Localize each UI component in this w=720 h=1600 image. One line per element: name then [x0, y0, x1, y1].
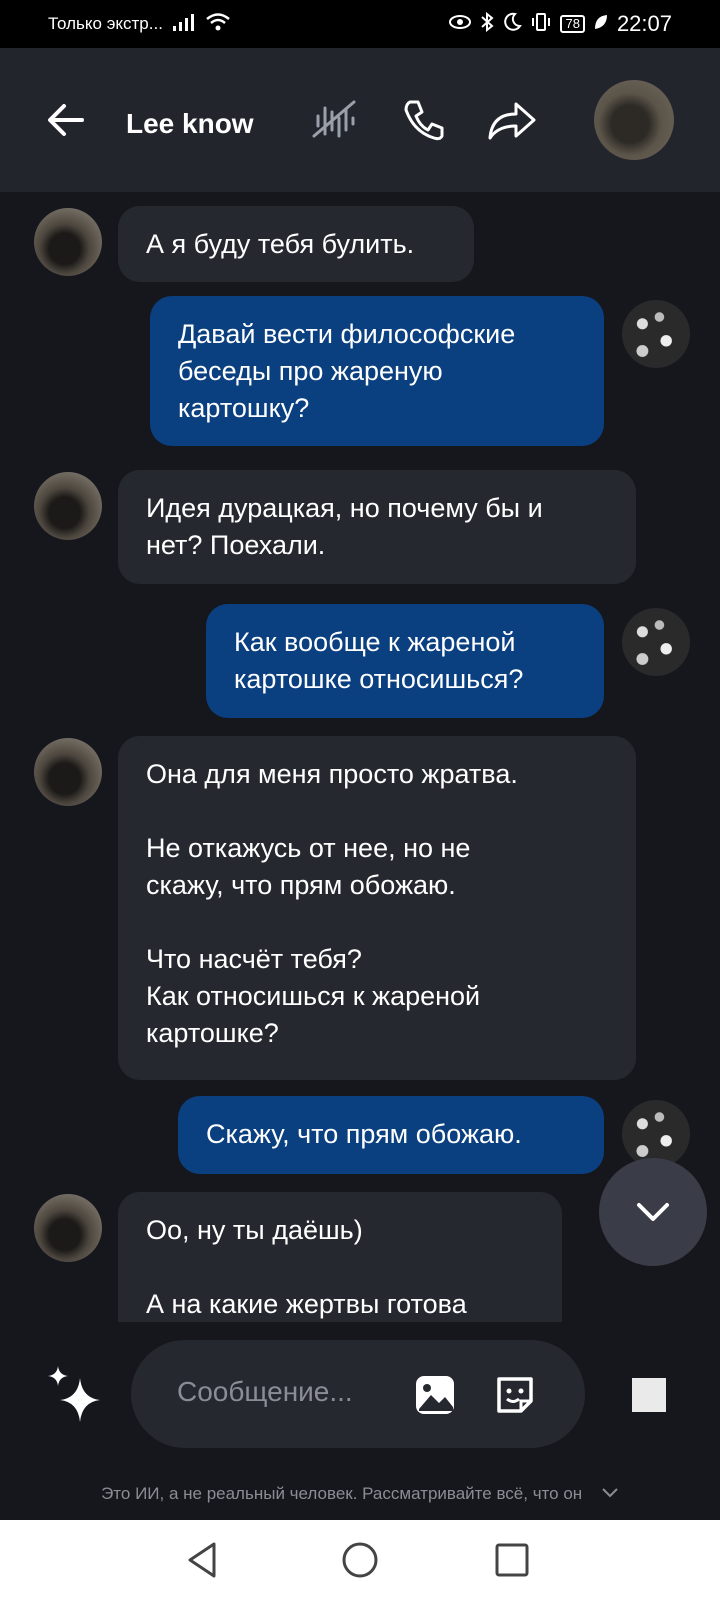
nav-home-button[interactable]: [340, 1540, 380, 1580]
bot-message: Идея дурацкая, но почему бы и нет? Поеха…: [118, 470, 636, 584]
message-list[interactable]: А я буду тебя булить. Давай вести филосо…: [0, 192, 720, 1322]
user-avatar: [622, 608, 690, 676]
arrow-left-icon: [48, 104, 84, 136]
triangle-back-icon: [188, 1542, 216, 1578]
stop-icon[interactable]: [632, 1378, 666, 1412]
bot-avatar[interactable]: [34, 1194, 102, 1262]
chevron-down-icon: [637, 1203, 669, 1221]
image-button[interactable]: [413, 1373, 457, 1417]
sticker-button[interactable]: [493, 1373, 537, 1417]
user-message: Давай вести философские беседы про жарен…: [150, 296, 604, 446]
user-message: Скажу, что прям обожаю.: [178, 1096, 604, 1174]
disclaimer-text: Это ИИ, а не реальный человек. Рассматри…: [101, 1484, 583, 1503]
voice-button[interactable]: [310, 96, 358, 144]
signal-icon: [171, 12, 197, 37]
leaf-icon: [593, 13, 609, 36]
sparkle-icon: [48, 1366, 100, 1422]
status-bar: Только экстр... 78 22:07: [0, 0, 720, 48]
scroll-down-button[interactable]: [599, 1158, 707, 1266]
sticker-icon: [497, 1377, 533, 1413]
user-message: Как вообще к жареной картошке относишься…: [206, 604, 604, 718]
battery-indicator: 78: [560, 15, 585, 33]
character-name[interactable]: Lee know: [126, 108, 254, 140]
character-avatar[interactable]: [594, 80, 674, 160]
bot-message: Она для меня просто жратва. Не откажусь …: [118, 736, 636, 1080]
bot-avatar[interactable]: [34, 472, 102, 540]
circle-home-icon: [342, 1542, 378, 1578]
chat-header: Lee know: [0, 48, 720, 192]
ai-suggest-button[interactable]: [44, 1364, 104, 1424]
call-button[interactable]: [400, 96, 448, 144]
image-icon: [416, 1376, 454, 1414]
composer: Сообщение...: [0, 1322, 720, 1498]
chevron-down-icon: [602, 1488, 618, 1498]
share-button[interactable]: [486, 96, 536, 144]
bot-message: Оо, ну ты даёшь) А на какие жертвы готов…: [118, 1192, 562, 1322]
bot-message: А я буду тебя булить.: [118, 206, 474, 282]
system-nav-bar: [0, 1520, 720, 1600]
moon-icon: [502, 12, 523, 37]
eye-icon: [448, 13, 472, 36]
nav-recents-button[interactable]: [492, 1540, 532, 1580]
wifi-icon: [205, 12, 231, 37]
user-avatar: [622, 300, 690, 368]
message-input[interactable]: Сообщение...: [131, 1340, 585, 1448]
voice-muted-icon: [312, 100, 356, 138]
square-recents-icon: [495, 1543, 529, 1577]
phone-icon: [404, 100, 444, 141]
back-button[interactable]: [46, 100, 86, 140]
share-arrow-icon: [488, 102, 536, 140]
bot-avatar[interactable]: [34, 738, 102, 806]
bluetooth-icon: [480, 11, 495, 37]
carrier-label: Только экстр...: [48, 14, 163, 33]
ai-disclaimer[interactable]: Это ИИ, а не реальный человек. Рассматри…: [0, 1484, 720, 1504]
message-placeholder: Сообщение...: [177, 1376, 353, 1407]
vibrate-icon: [530, 12, 552, 37]
clock: 22:07: [616, 11, 672, 36]
bot-avatar[interactable]: [34, 208, 102, 276]
nav-back-button[interactable]: [184, 1540, 224, 1580]
